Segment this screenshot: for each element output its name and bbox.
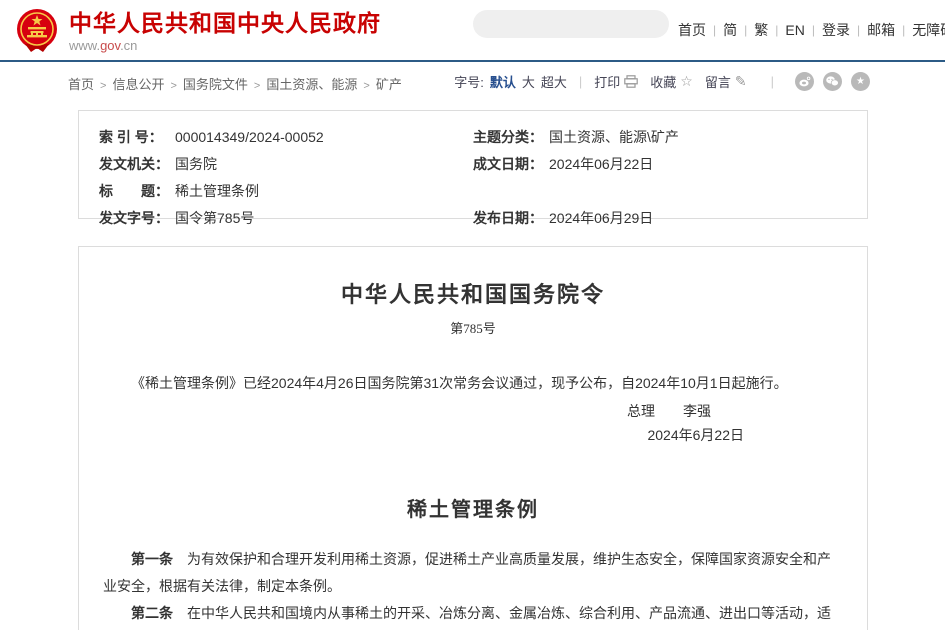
breadcrumb-separator: > [254,80,260,92]
fontsize-large-button[interactable]: 大 [522,72,535,91]
site-url-www: www. [69,38,100,53]
meta-row-empty [473,178,847,205]
decree-number: 第785号 [103,318,843,337]
meta-label: 索 引 号： [99,124,175,151]
meta-value: 国土资源、能源\矿产 [549,124,679,151]
breadcrumb-land-energy[interactable]: 国土资源、能源 [266,77,357,92]
page-toolbar: 字号: 默认 大 超大 | 打印 收藏 ☆ 留言 ✎ | [454,72,870,91]
meta-value: 稀土管理条例 [175,178,259,205]
print-icon [624,75,638,88]
meta-label: 发布日期： [473,205,549,232]
site-url: www.gov.cn [69,38,381,53]
share-weibo-button[interactable] [795,72,814,91]
top-nav: 首页|简|繁|EN|登录|邮箱|无障碍 [678,20,940,40]
fontsize-label: 字号: [454,72,484,91]
breadcrumb: 首页 > 信息公开 > 国务院文件 > 国土资源、能源 > 矿产 [68,74,402,93]
document-meta-table: 索 引 号： 000014349/2024-00052 发文机关： 国务院 标 … [78,110,868,219]
meta-row-title: 标 题： 稀土管理条例 [99,178,473,205]
nav-separator: | [775,23,778,37]
print-button[interactable]: 打印 [594,72,638,91]
nav-mail[interactable]: 邮箱 [867,20,895,40]
meta-row-subject-category: 主题分类： 国土资源、能源\矿产 [473,124,847,151]
nav-separator: | [713,23,716,37]
decree-title: 中华人民共和国国务院令 [103,277,843,309]
comment-button[interactable]: 留言 ✎ [705,72,747,91]
star-outline-icon: ☆ [680,73,693,90]
article-2: 第二条在中华人民共和国境内从事稀土的开采、冶炼分离、金属冶炼、综合利用、产品流通… [103,600,843,630]
collect-label: 收藏 [650,72,676,91]
share-favorite-button[interactable]: ★ [851,72,870,91]
breadcrumb-state-council-docs[interactable]: 国务院文件 [183,77,248,92]
site-url-gov: gov [100,38,120,53]
breadcrumb-separator: > [170,80,176,92]
wechat-icon [826,76,839,87]
breadcrumb-info-disclosure[interactable]: 信息公开 [112,77,164,92]
share-buttons: ★ [786,72,870,91]
signature-premier: 总理 李强 [103,399,843,423]
site-title: 中华人民共和国中央人民政府 [69,10,381,36]
meta-label: 成文日期： [473,151,549,178]
meta-row-issuing-agency: 发文机关： 国务院 [99,151,473,178]
meta-left-column: 索 引 号： 000014349/2024-00052 发文机关： 国务院 标 … [99,124,473,205]
law-articles: 第一条为有效保护和合理开发利用稀土资源，促进稀土产业高质量发展，维护生态安全，保… [103,546,843,630]
collect-button[interactable]: 收藏 ☆ [650,72,693,91]
nav-login[interactable]: 登录 [822,20,850,40]
meta-value: 2024年06月29日 [549,205,653,232]
share-wechat-button[interactable] [823,72,842,91]
meta-row-document-number: 发文字号： 国令第785号 [99,205,473,232]
search-input[interactable] [473,12,671,36]
article-2-label: 第二条 [131,605,173,621]
pencil-icon: ✎ [735,73,747,90]
meta-value: 国务院 [175,151,217,178]
nav-separator: | [857,23,860,37]
nav-english[interactable]: EN [785,22,804,38]
toolbar-separator: | [771,74,774,89]
nav-home[interactable]: 首页 [678,20,706,40]
article-2-text: 在中华人民共和国境内从事稀土的开采、冶炼分离、金属冶炼、综合利用、产品流通、进出… [103,605,831,630]
breadcrumb-home[interactable]: 首页 [68,77,94,92]
site-header: 中华人民共和国中央人民政府 www.gov.cn 首页 | 简 | 繁 | EN | 登录 | 邮箱… [0,0,945,62]
decree-intro-paragraph: 《稀土管理条例》已经2024年4月26日国务院第31次常务会议通过，现予公布，自… [103,370,843,397]
meta-row-written-date: 成文日期： 2024年06月22日 [473,151,847,178]
nav-traditional[interactable]: 繁 [754,20,768,40]
article-1: 第一条为有效保护和合理开发利用稀土资源，促进稀土产业高质量发展，维护生态安全，保… [103,546,843,600]
article-1-text: 为有效保护和合理开发利用稀土资源，促进稀土产业高质量发展，维护生态安全，保障国家… [103,551,831,594]
print-label: 打印 [594,72,620,91]
document-content: 中华人民共和国国务院令 第785号 《稀土管理条例》已经2024年4月26日国务… [78,246,868,630]
breadcrumb-separator: > [363,80,369,92]
fontsize-xlarge-button[interactable]: 超大 [541,72,567,91]
fontsize-default-button[interactable]: 默认 [490,72,516,91]
meta-label: 发文字号： [99,205,175,232]
nav-separator: | [902,23,905,37]
national-emblem-logo [15,8,59,54]
breadcrumb-minerals[interactable]: 矿产 [376,77,402,92]
law-title: 稀土管理条例 [103,493,843,522]
signature-date: 2024年6月22日 [103,423,843,447]
nav-separator: | [744,23,747,37]
article-1-label: 第一条 [131,551,173,567]
weibo-icon [799,76,811,87]
site-url-cn: .cn [120,38,137,53]
nav-simplified[interactable]: 简 [723,20,737,40]
meta-label: 主题分类： [473,124,549,151]
comment-label: 留言 [705,72,731,91]
meta-value: 国令第785号 [175,205,254,232]
meta-label: 标 题： [99,178,175,205]
search-box [473,10,669,38]
toolbar-separator: | [579,74,582,89]
breadcrumb-separator: > [100,80,106,92]
site-brand[interactable]: 中华人民共和国中央人民政府 www.gov.cn [15,8,381,54]
meta-label: 发文机关： [99,151,175,178]
meta-right-column: 主题分类： 国土资源、能源\矿产 成文日期： 2024年06月22日 发布日期：… [473,124,847,205]
meta-value: 000014349/2024-00052 [175,124,324,151]
meta-row-publish-date: 发布日期： 2024年06月29日 [473,205,847,232]
nav-accessibility[interactable]: 无障碍 [912,20,945,40]
meta-label [473,178,549,205]
meta-value: 2024年06月22日 [549,151,653,178]
meta-row-index-number: 索 引 号： 000014349/2024-00052 [99,124,473,151]
star-icon: ★ [856,76,865,87]
nav-separator: | [812,23,815,37]
breadcrumb-toolbar-row: 首页 > 信息公开 > 国务院文件 > 国土资源、能源 > 矿产 字号: 默认 大 超大 | 打… [0,62,945,100]
